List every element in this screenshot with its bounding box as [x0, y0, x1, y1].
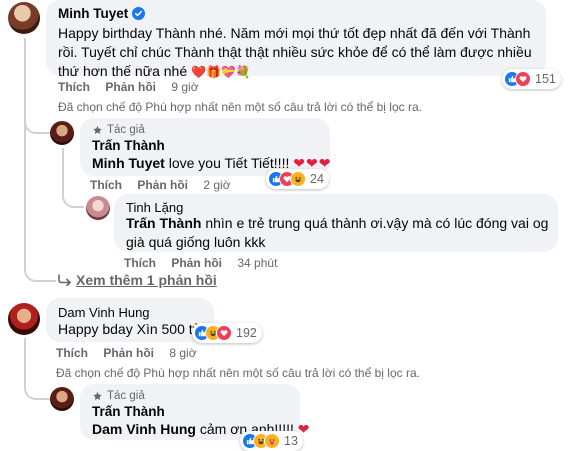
avatar-tran-thanh[interactable]	[50, 121, 74, 145]
thread-connector	[24, 268, 56, 282]
reaction-summary-comment1[interactable]: 151	[502, 69, 561, 89]
author-badge-label: Tác giả	[107, 390, 145, 402]
avatar-dam-vinh-hung[interactable]	[8, 303, 40, 335]
timestamp[interactable]: 9 giờ	[171, 80, 198, 94]
reaction-count: 192	[236, 326, 257, 340]
avatar-tinh-lang[interactable]	[86, 196, 110, 220]
reply-bubble-tran-thanh: Tác giả Trấn Thành Minh Tuyet love you T…	[80, 118, 330, 176]
reply-actions: Thích Phản hồi 2 giờ	[90, 178, 231, 192]
see-more-replies-link[interactable]: Xem thêm 1 phản hồi	[58, 272, 217, 288]
reply-author[interactable]: Trấn Thành	[92, 138, 165, 153]
verified-badge-icon	[132, 7, 146, 20]
mention-link[interactable]: Trấn Thành	[126, 215, 201, 231]
like-button[interactable]: Thích	[124, 256, 156, 270]
filter-note: Đã chọn chế độ Phù hợp nhất nên một số c…	[56, 366, 420, 380]
emoji-gifts: ❤️🎁💝💐	[191, 65, 251, 79]
care-reaction-icon	[264, 433, 280, 449]
author-badge-label: Tác giả	[107, 124, 145, 136]
comment-text: Happy birthday Thành nhé. Năm mới mọi th…	[58, 25, 532, 79]
love-reaction-icon	[515, 71, 531, 87]
thread-connector	[62, 188, 84, 208]
reply-button[interactable]: Phản hồi	[171, 256, 222, 270]
filter-note: Đã chọn chế độ Phù hợp nhất nên một số c…	[58, 100, 422, 114]
comment-bubble-dam-vinh-hung: Dam Vinh Hung Happy bday Xìn 500 tỷ	[46, 298, 214, 342]
comment-bubble-minh-tuyet: Minh Tuyet Happy birthday Thành nhé. Năm…	[46, 0, 546, 79]
comment-author[interactable]: Dam Vinh Hung	[58, 305, 150, 320]
thread-line	[24, 38, 26, 270]
reaction-count: 24	[310, 172, 324, 186]
author-badge-icon	[92, 125, 103, 136]
comment-actions: Thích Phản hồi 9 giờ	[58, 80, 199, 94]
reaction-count: 151	[535, 72, 556, 86]
reply-button[interactable]: Phản hồi	[103, 346, 154, 360]
reply-button[interactable]: Phản hồi	[137, 178, 188, 192]
timestamp[interactable]: 8 giờ	[169, 346, 196, 360]
mention-link[interactable]: Dam Vinh Hung	[92, 421, 196, 437]
timestamp[interactable]: 2 giờ	[203, 178, 230, 192]
haha-reaction-icon	[290, 171, 306, 187]
reaction-summary-reply3[interactable]: 13	[240, 431, 303, 451]
filter-note-text: Đã chọn chế độ Phù hợp nhất nên một số c…	[56, 366, 420, 380]
reply-bubble-tinh-lang: Tinh Lặng Trấn Thành nhìn e trẻ trung qu…	[114, 194, 558, 252]
comment-author[interactable]: Minh Tuyet	[58, 6, 128, 21]
reply-author[interactable]: Tinh Lặng	[126, 200, 183, 215]
like-button[interactable]: Thích	[56, 346, 88, 360]
reply-button[interactable]: Phản hồi	[105, 80, 156, 94]
comment-text: Happy bday Xìn 500 tỷ	[58, 321, 200, 337]
thread-connector	[24, 112, 50, 134]
avatar-tran-thanh[interactable]	[50, 387, 74, 411]
love-reaction-icon	[216, 325, 232, 341]
like-button[interactable]: Thích	[90, 178, 122, 192]
reaction-summary-reply1[interactable]: 24	[266, 169, 329, 189]
timestamp[interactable]: 34 phút	[237, 256, 277, 270]
filter-note-text: Đã chọn chế độ Phù hợp nhất nên một số c…	[58, 100, 422, 114]
see-more-label: Xem thêm 1 phản hồi	[76, 272, 217, 288]
reply-arrow-icon	[58, 274, 72, 286]
reply-author[interactable]: Trấn Thành	[92, 404, 165, 419]
author-badge-icon	[92, 391, 103, 402]
reaction-summary-comment2[interactable]: 192	[192, 323, 262, 343]
author-badge: Tác giả	[92, 124, 145, 136]
avatar-minh-tuyet[interactable]	[8, 2, 40, 34]
thread-connector	[24, 378, 50, 400]
reply-actions: Thích Phản hồi 34 phút	[124, 256, 277, 270]
mention-link[interactable]: Minh Tuyet	[92, 155, 165, 171]
thread-line	[24, 338, 26, 380]
comment-actions: Thích Phản hồi 8 giờ	[56, 346, 197, 360]
author-badge: Tác giả	[92, 390, 145, 402]
like-button[interactable]: Thích	[58, 80, 90, 94]
